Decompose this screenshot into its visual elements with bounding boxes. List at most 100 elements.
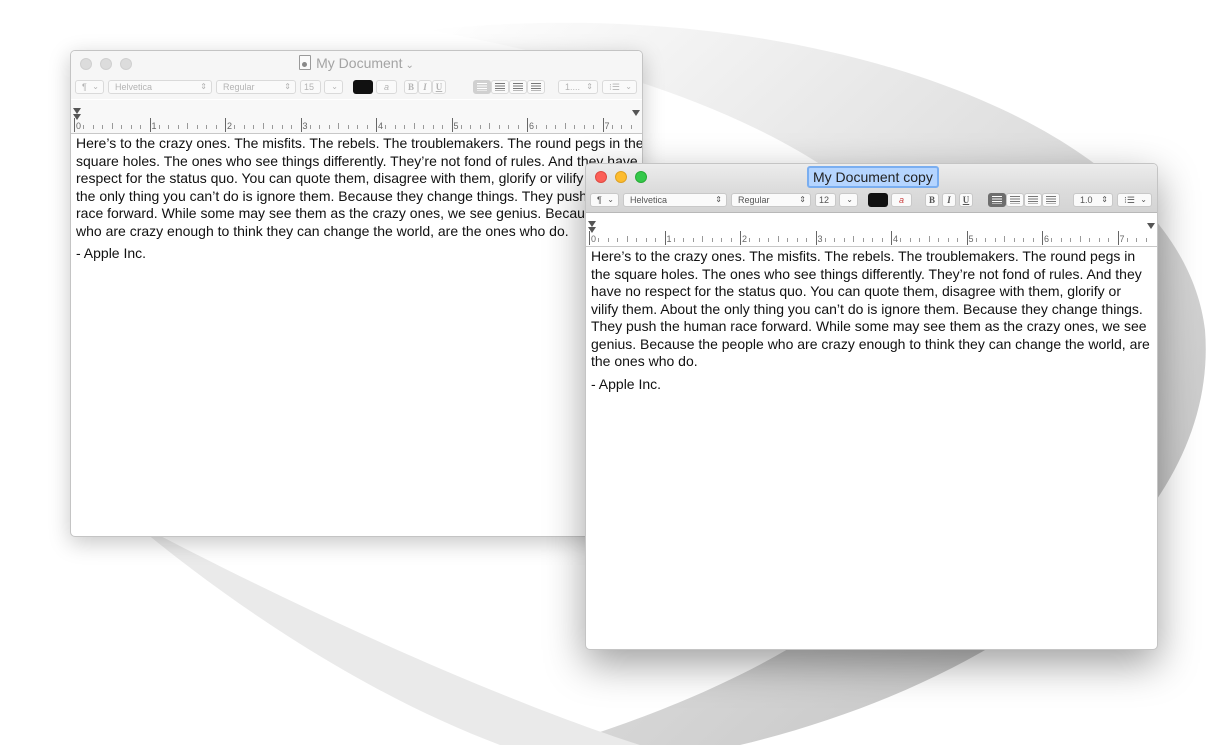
close-button[interactable] xyxy=(595,171,607,183)
ruler-minor-tick xyxy=(508,125,510,129)
ruler-minor-tick xyxy=(853,236,855,242)
ruler-minor-tick xyxy=(626,236,628,242)
align-left-button[interactable] xyxy=(988,193,1006,207)
ruler-minor-tick xyxy=(319,125,321,129)
ruler-minor-tick xyxy=(574,125,576,129)
paragraph-style-popup[interactable]: ¶ ⌄ xyxy=(75,80,104,94)
text-color-well[interactable] xyxy=(868,193,888,207)
ruler-major-tick xyxy=(815,231,817,245)
font-size-dropdown[interactable]: ⌄ xyxy=(324,80,343,94)
text-body[interactable]: Here’s to the crazy ones. The misfits. T… xyxy=(76,135,642,268)
align-right-button[interactable] xyxy=(509,80,527,94)
align-center-button[interactable] xyxy=(491,80,509,94)
ruler-minor-tick xyxy=(749,238,751,242)
ruler-minor-tick xyxy=(1145,238,1147,242)
ruler-minor-tick xyxy=(957,238,959,242)
align-center-button[interactable] xyxy=(1006,193,1024,207)
right-indent-marker[interactable] xyxy=(632,110,640,116)
ruler-minor-tick xyxy=(215,125,217,129)
italic-button[interactable]: I xyxy=(418,80,432,94)
ruler-minor-tick xyxy=(394,125,396,129)
ruler-minor-tick xyxy=(140,125,142,129)
titlebar[interactable]: My Document ⌄ xyxy=(71,51,642,77)
ruler-number: 5 xyxy=(453,121,459,131)
ruler-minor-tick xyxy=(121,125,123,129)
window-title[interactable]: My Document ⌄ xyxy=(71,55,642,71)
ruler-minor-tick xyxy=(404,125,406,129)
ruler-minor-tick xyxy=(262,123,264,129)
body-paragraph: Here’s to the crazy ones. The misfits. T… xyxy=(76,135,643,239)
ruler-minor-tick xyxy=(721,238,723,242)
text-body[interactable]: Here’s to the crazy ones. The misfits. T… xyxy=(591,248,1152,398)
bold-button[interactable]: B xyxy=(925,193,939,207)
typeface-popup[interactable]: Regular ⇕ xyxy=(731,193,811,207)
attribution: - Apple Inc. xyxy=(591,375,662,392)
bold-button[interactable]: B xyxy=(404,80,418,94)
titlebar[interactable]: My Document copy xyxy=(586,164,1157,190)
ruler-minor-tick xyxy=(564,123,566,129)
ruler-major-tick xyxy=(740,231,741,245)
zoom-button[interactable] xyxy=(635,171,647,183)
document-window-back[interactable]: My Document ⌄ ¶ ⌄ Helvetica ⇕ Regular ⇕ 15 ⌄… xyxy=(70,50,643,537)
right-indent-marker[interactable] xyxy=(1147,223,1155,229)
underline-button[interactable]: U xyxy=(432,80,446,94)
ruler-minor-tick xyxy=(385,125,387,129)
align-right-button[interactable] xyxy=(1024,193,1042,207)
minimize-button[interactable] xyxy=(615,171,627,183)
format-toolbar: ¶ ⌄ Helvetica ⇕ Regular ⇕ 15 ⌄ a B I U 1...… xyxy=(71,77,642,99)
ruler-minor-tick xyxy=(347,125,349,129)
ruler-minor-tick xyxy=(843,238,845,242)
ruler-minor-tick xyxy=(470,125,472,129)
ruler[interactable]: 0 1 2 3 4 5 6 7 xyxy=(586,213,1157,247)
title-rename-field[interactable]: My Document copy xyxy=(807,166,939,188)
ruler-minor-tick xyxy=(83,125,85,129)
ruler[interactable]: 0 1 2 3 4 5 6 7 xyxy=(71,100,642,134)
text-color-well[interactable] xyxy=(353,80,373,94)
font-size-field[interactable]: 15 xyxy=(300,80,321,94)
ruler-number: 3 xyxy=(302,121,308,131)
font-family-popup[interactable]: Helvetica ⇕ xyxy=(623,193,727,207)
line-spacing-popup[interactable]: 1.... ⇕ xyxy=(558,80,598,94)
ruler-minor-tick xyxy=(583,125,585,129)
font-size-field[interactable]: 12 xyxy=(815,193,836,207)
ruler-minor-tick xyxy=(243,125,245,129)
justify-button[interactable] xyxy=(1042,193,1060,207)
ruler-number: 3 xyxy=(817,234,823,244)
background-color-well[interactable]: a xyxy=(891,193,912,207)
ruler-minor-tick xyxy=(1098,238,1100,242)
list-bullets-popup[interactable]: ⁝☰ ⌄ xyxy=(1117,193,1152,207)
font-family-popup[interactable]: Helvetica ⇕ xyxy=(108,80,212,94)
ruler-minor-tick xyxy=(281,125,283,129)
italic-button[interactable]: I xyxy=(942,193,956,207)
ruler-minor-tick xyxy=(824,238,826,242)
ruler-minor-tick xyxy=(423,125,425,129)
ruler-minor-tick xyxy=(130,125,132,129)
ruler-minor-tick xyxy=(338,123,340,129)
ruler-minor-tick xyxy=(611,125,613,129)
ruler-minor-tick xyxy=(168,125,170,129)
ruler-number: 2 xyxy=(227,121,233,131)
ruler-minor-tick xyxy=(994,238,996,242)
align-left-button[interactable] xyxy=(473,80,491,94)
ruler-minor-tick xyxy=(489,123,491,129)
line-spacing-popup[interactable]: 1.0 ⇕ xyxy=(1073,193,1113,207)
list-bullets-popup[interactable]: ⁝☰ ⌄ xyxy=(602,80,637,94)
ruler-minor-tick xyxy=(919,238,921,242)
typeface-popup[interactable]: Regular ⇕ xyxy=(216,80,296,94)
ruler-minor-tick xyxy=(862,238,864,242)
ruler-minor-tick xyxy=(630,125,632,129)
ruler-minor-tick xyxy=(621,125,623,129)
justify-button[interactable] xyxy=(527,80,545,94)
paragraph-style-popup[interactable]: ¶ ⌄ xyxy=(590,193,619,207)
ruler-major-tick xyxy=(225,118,226,132)
ruler-minor-tick xyxy=(617,238,619,242)
document-window-front[interactable]: My Document copy ¶ ⌄ Helvetica ⇕ Regular ⇕ … xyxy=(585,163,1158,650)
ruler-minor-tick xyxy=(636,238,638,242)
background-color-well[interactable]: a xyxy=(376,80,397,94)
underline-button[interactable]: U xyxy=(959,193,973,207)
ruler-minor-tick xyxy=(555,125,557,129)
ruler-minor-tick xyxy=(479,125,481,129)
ruler-major-tick xyxy=(74,118,75,132)
ruler-major-tick xyxy=(376,118,377,132)
font-size-dropdown[interactable]: ⌄ xyxy=(839,193,858,207)
